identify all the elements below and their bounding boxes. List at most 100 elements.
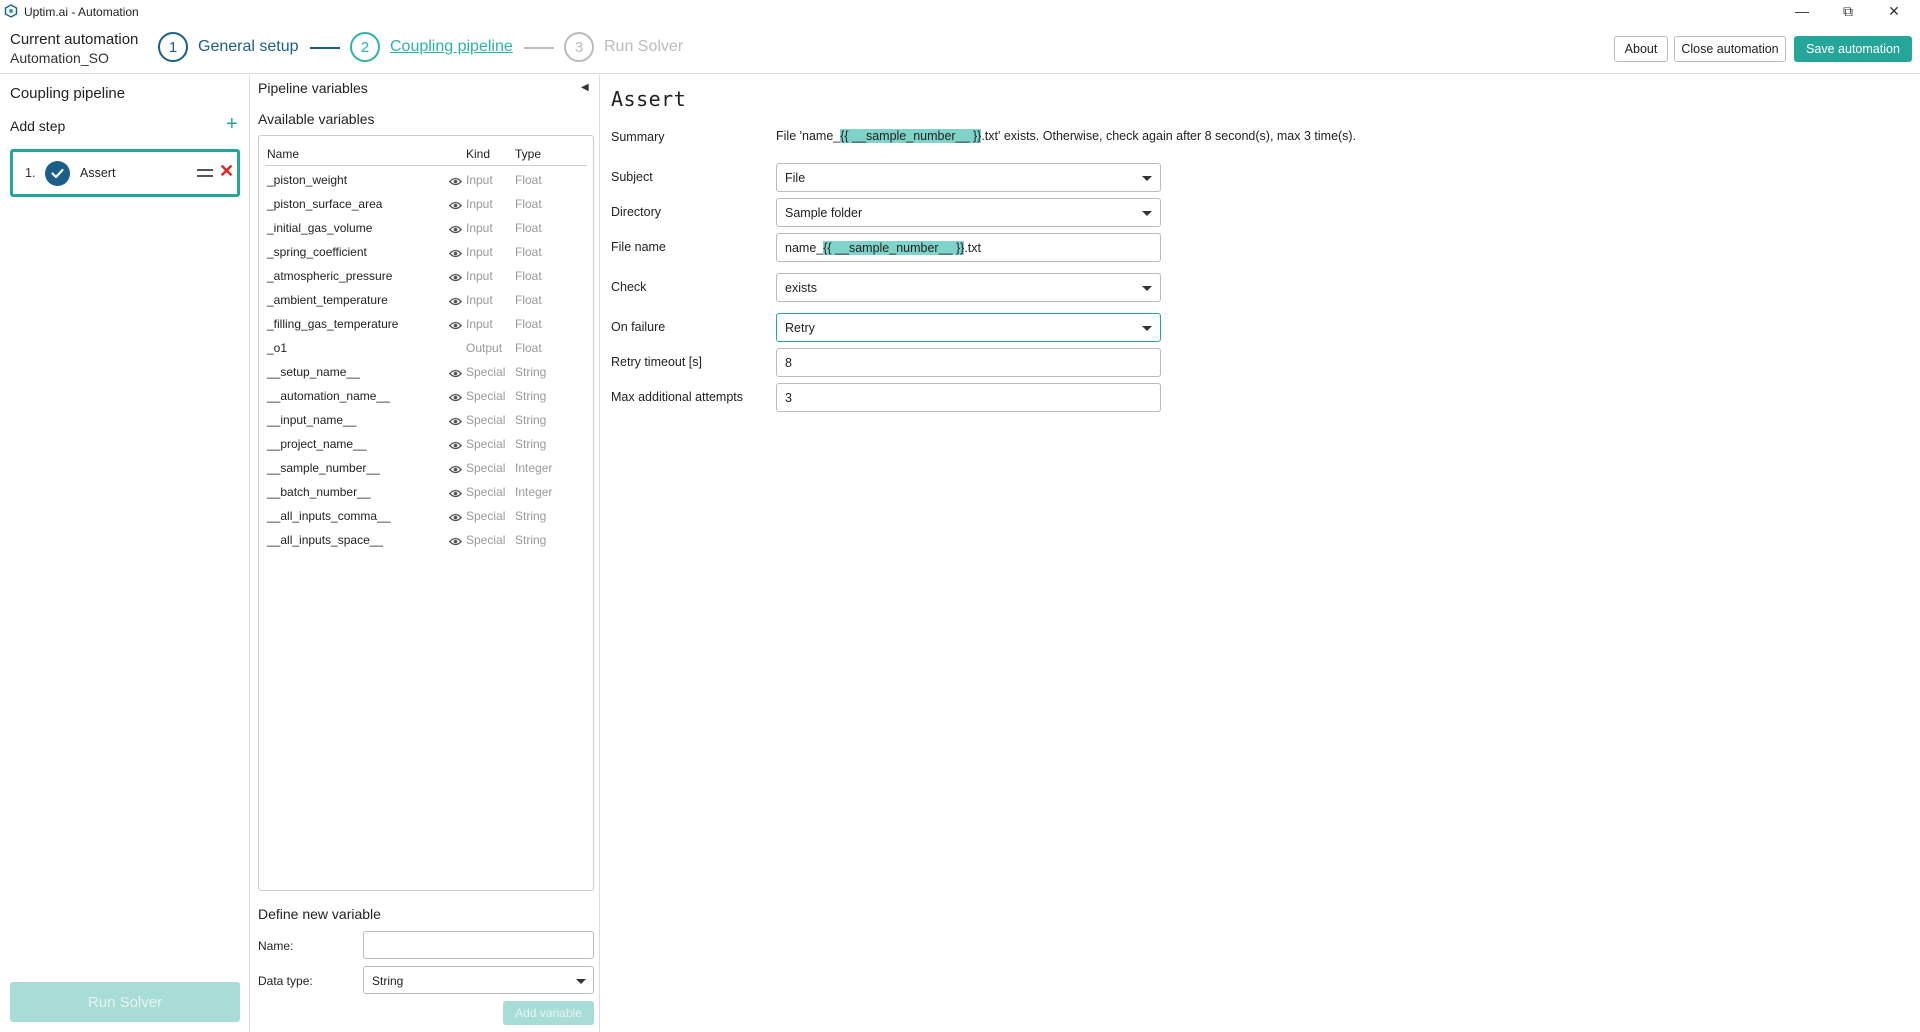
variable-type: String [515, 509, 547, 523]
eye-icon[interactable] [448, 462, 463, 474]
max-attempts-label: Max additional attempts [611, 390, 744, 404]
variable-name: _initial_gas_volume [267, 221, 373, 235]
summary-prefix: File 'name_ [776, 129, 841, 143]
variable-name: _piston_surface_area [267, 197, 383, 211]
step-connector [524, 47, 554, 49]
variable-row[interactable]: _atmospheric_pressure Input Float [265, 264, 587, 288]
directory-select[interactable]: Sample folder [776, 198, 1161, 227]
eye-icon[interactable] [448, 534, 463, 546]
variable-row[interactable]: __input_name__ Special String [265, 408, 587, 432]
variable-row[interactable]: __batch_number__ Special Integer [265, 480, 587, 504]
variable-name: __setup_name__ [267, 365, 360, 379]
variable-row[interactable]: __sample_number__ Special Integer [265, 456, 587, 480]
retry-timeout-input[interactable]: 8 [776, 348, 1161, 377]
add-variable-button[interactable]: Add variable [503, 1001, 594, 1025]
file-name-value: name_{{ __sample_number__ }}.txt [785, 241, 981, 255]
eye-icon[interactable] [448, 246, 463, 258]
add-step-plus-icon[interactable]: + [226, 113, 238, 136]
data-type-select[interactable]: String [363, 966, 594, 994]
eye-icon[interactable] [448, 198, 463, 210]
variable-type: Float [515, 293, 542, 307]
eye-icon[interactable] [448, 174, 463, 186]
eye-icon[interactable] [448, 486, 463, 498]
variable-name: _atmospheric_pressure [267, 269, 393, 283]
variable-kind: Special [466, 437, 506, 451]
eye-icon[interactable] [448, 510, 463, 522]
variable-row[interactable]: _spring_coefficient Input Float [265, 240, 587, 264]
variable-name: __project_name__ [267, 437, 367, 451]
variable-row[interactable]: _initial_gas_volume Input Float [265, 216, 587, 240]
step-label: Coupling pipeline [390, 38, 513, 55]
eye-icon[interactable] [448, 390, 463, 402]
chevron-down-icon [1142, 286, 1152, 291]
variable-row[interactable]: _filling_gas_temperature Input Float [265, 312, 587, 336]
eye-icon[interactable] [448, 318, 463, 330]
run-solver-button[interactable]: Run Solver [10, 982, 240, 1022]
variable-kind: Special [466, 509, 506, 523]
save-automation-button[interactable]: Save automation [1794, 36, 1912, 62]
variable-row[interactable]: _o1 Output Float [265, 336, 587, 360]
assert-step-editor: Assert Summary File 'name_{{ __sample_nu… [601, 75, 1920, 1032]
eye-icon[interactable] [448, 270, 463, 282]
variable-name-input[interactable] [363, 931, 594, 959]
column-header-kind: Kind [466, 147, 491, 161]
eye-icon[interactable] [448, 366, 463, 378]
delete-step-icon[interactable]: ✕ [219, 161, 234, 182]
subject-value: File [785, 171, 806, 185]
eye-icon[interactable] [448, 294, 463, 306]
max-attempts-input[interactable]: 3 [776, 383, 1161, 412]
close-automation-button[interactable]: Close automation [1674, 36, 1786, 62]
variable-row[interactable]: __all_inputs_space__ Special String [265, 528, 587, 552]
pipeline-step-card[interactable]: 1. Assert ✕ [10, 149, 240, 197]
file-name-prefix: name_ [785, 241, 824, 255]
variable-row[interactable]: _ambient_temperature Input Float [265, 288, 587, 312]
variable-name: __all_inputs_space__ [267, 533, 384, 547]
variable-row[interactable]: _piston_surface_area Input Float [265, 192, 587, 216]
file-name-input[interactable]: name_{{ __sample_number__ }}.txt [776, 233, 1161, 262]
variable-kind: Special [466, 533, 506, 547]
subject-select[interactable]: File [776, 163, 1161, 192]
check-circle-icon [45, 161, 70, 186]
variable-type: String [515, 413, 547, 427]
current-automation-name: Automation_SO [10, 50, 109, 66]
variables-table: Name Kind Type _piston_weight Input Float _… [258, 135, 594, 891]
on-failure-select[interactable]: Retry [776, 313, 1161, 342]
eye-icon[interactable] [448, 438, 463, 450]
wizard-step-general-setup[interactable]: 1 General setup [158, 32, 299, 62]
variable-kind: Special [466, 365, 506, 379]
variable-row[interactable]: __project_name__ Special String [265, 432, 587, 456]
directory-label: Directory [611, 205, 662, 219]
step-label: Run Solver [604, 38, 684, 55]
variable-row[interactable]: __automation_name__ Special String [265, 384, 587, 408]
check-select[interactable]: exists [776, 273, 1161, 302]
variable-name: __input_name__ [267, 413, 357, 427]
collapse-panel-icon[interactable]: ◀ [581, 82, 589, 93]
max-attempts-value: 3 [785, 391, 792, 405]
variable-row[interactable]: _piston_weight Input Float [265, 168, 587, 192]
file-name-variable-highlight: {{ __sample_number__ }} [823, 241, 965, 255]
variable-name: __all_inputs_comma__ [267, 509, 391, 523]
step-number: 3 [564, 32, 594, 62]
step-connector [310, 47, 340, 49]
wizard-step-coupling-pipeline[interactable]: 2 Coupling pipeline [350, 32, 513, 62]
drag-handle-icon[interactable] [197, 169, 213, 177]
retry-timeout-label: Retry timeout [s] [611, 355, 702, 369]
directory-value: Sample folder [785, 206, 863, 220]
minimize-button[interactable]: — [1780, 0, 1824, 22]
variable-name-label: Name: [258, 939, 294, 953]
step-editor-title: Assert [611, 87, 687, 111]
retry-timeout-value: 8 [785, 356, 792, 370]
variable-type: Float [515, 245, 542, 259]
table-header: Name Kind Type [265, 136, 587, 166]
variable-name: __batch_number__ [267, 485, 371, 499]
variable-row[interactable]: __setup_name__ Special String [265, 360, 587, 384]
variable-kind: Input [466, 221, 493, 235]
close-window-button[interactable]: ✕ [1872, 0, 1916, 22]
eye-icon[interactable] [448, 414, 463, 426]
about-button[interactable]: About [1614, 36, 1668, 62]
variable-row[interactable]: __all_inputs_comma__ Special String [265, 504, 587, 528]
variable-name: _spring_coefficient [267, 245, 367, 259]
title-bar: Uptim.ai - Automation — ⧉ ✕ [0, 0, 1920, 22]
eye-icon[interactable] [448, 222, 463, 234]
maximize-button[interactable]: ⧉ [1826, 0, 1870, 22]
